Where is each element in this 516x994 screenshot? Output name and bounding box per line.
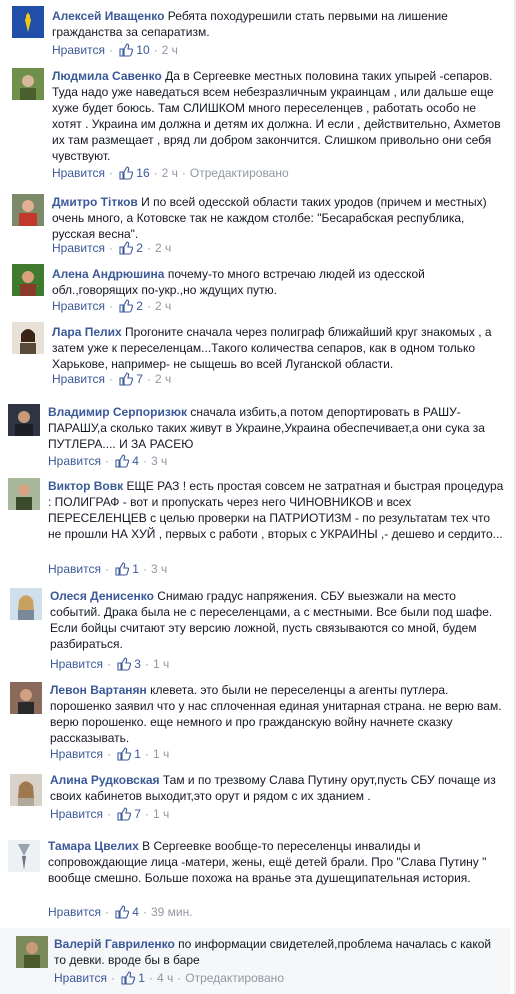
comment: Тамара Цвелих В Сергеевке вообще-то перес… [0, 834, 510, 924]
like-button[interactable]: Нравится [52, 166, 105, 180]
like-count[interactable]: 2 [136, 299, 143, 313]
like-button[interactable]: Нравится [48, 562, 101, 576]
like-button[interactable]: Нравится [52, 241, 105, 255]
like-button[interactable]: Нравится [52, 43, 105, 57]
comment-time[interactable]: 4 ч [157, 971, 173, 985]
avatar[interactable] [16, 936, 48, 968]
comment-time[interactable]: 2 ч [155, 299, 171, 313]
avatar[interactable] [10, 682, 42, 714]
like-count[interactable]: 1 [138, 971, 145, 985]
like-button[interactable]: Нравится [52, 299, 105, 313]
like-button[interactable]: Нравится [50, 657, 103, 671]
comment: Левон Вартанян клевета. это были не перес… [0, 676, 510, 766]
comment-author[interactable]: Алена Андрюшина [52, 267, 168, 281]
thumbs-up-icon [119, 166, 133, 180]
comment-author[interactable]: Дмитро Тітков [52, 195, 141, 209]
like-button[interactable]: Нравится [50, 747, 103, 761]
thumbs-up-icon [117, 747, 131, 761]
comment: Владимир Серпоризюк сначала избить,а пото… [0, 398, 510, 470]
thumbs-up-icon [115, 562, 129, 576]
avatar[interactable] [8, 478, 40, 510]
like-count[interactable]: 3 [134, 657, 141, 671]
thumbs-up-icon [115, 454, 129, 468]
comment-time[interactable]: 3 ч [151, 562, 167, 576]
like-count[interactable]: 7 [136, 372, 143, 386]
comment-time[interactable]: 2 ч [155, 372, 171, 386]
thumbs-up-icon [119, 299, 133, 313]
like-button[interactable]: Нравится [52, 372, 105, 386]
like-count[interactable]: 10 [136, 43, 149, 57]
edited-label[interactable]: Отредактировано [185, 971, 284, 985]
comment-author[interactable]: Людмила Савенко [52, 69, 165, 83]
like-button[interactable]: Нравится [48, 454, 101, 468]
separator-dot: · [108, 43, 113, 57]
avatar[interactable] [12, 194, 44, 226]
comment: Лара Пелих Прогоните сначала через полигр… [0, 318, 510, 394]
comment-time[interactable]: 1 ч [153, 747, 169, 761]
like-count[interactable]: 4 [132, 905, 139, 919]
comment-time[interactable]: 1 ч [153, 657, 169, 671]
comment-author[interactable]: Виктор Вовк [48, 479, 126, 493]
comment-time[interactable]: 2 ч [155, 241, 171, 255]
like-count[interactable]: 4 [132, 454, 139, 468]
thumbs-up-icon [119, 372, 133, 386]
comment-author[interactable]: Валерій Гавриленко [54, 937, 178, 951]
like-count[interactable]: 16 [136, 166, 149, 180]
like-button[interactable]: Нравится [48, 905, 101, 919]
avatar[interactable] [12, 264, 44, 296]
thumbs-up-icon [117, 657, 131, 671]
comment: Дмитро Тітков И по всей одесской области … [0, 188, 510, 262]
avatar[interactable] [10, 588, 42, 620]
comment-time[interactable]: 39 мин. [151, 905, 193, 919]
like-count[interactable]: 1 [134, 747, 141, 761]
like-count[interactable]: 2 [136, 241, 143, 255]
like-button[interactable]: Нравится [50, 807, 103, 821]
like-count[interactable]: 1 [132, 562, 139, 576]
thumbs-up-icon [119, 241, 133, 255]
thumbs-up-icon [121, 971, 135, 985]
thumbs-up-icon [117, 807, 131, 821]
avatar[interactable] [12, 322, 44, 354]
comment-text: Да в Сергеевке местных половина таких уп… [52, 69, 501, 163]
comment-time[interactable]: 1 ч [153, 807, 169, 821]
edited-label[interactable]: Отредактировано [190, 166, 289, 180]
comment: Олеся Денисенко Снимаю градус напряжения.… [0, 582, 510, 674]
comment-author[interactable]: Тамара Цвелих [48, 839, 142, 853]
comment: Алена Андрюшина почему-то много встречаю … [0, 262, 510, 318]
comment: Людмила Савенко Да в Сергеевке местных по… [0, 62, 510, 188]
comment-author[interactable]: Алексей Иващенко [52, 9, 168, 23]
comment-time[interactable]: 3 ч [151, 454, 167, 468]
comment: Алексей Иващенко Ребята походурешили стат… [0, 0, 510, 62]
comment: Алина Рудковская Там и по трезвому Слава … [0, 768, 510, 828]
avatar[interactable] [8, 840, 40, 872]
thumbs-up-icon [119, 43, 133, 57]
avatar[interactable] [8, 404, 40, 436]
comment-author[interactable]: Владимир Серпоризюк [48, 405, 190, 419]
comment-time[interactable]: 2 ч [162, 43, 178, 57]
comment-author[interactable]: Олеся Денисенко [50, 589, 157, 603]
thumbs-up-icon [115, 905, 129, 919]
comment: Валерій Гавриленко по информации свидетел… [0, 930, 510, 994]
comment-author[interactable]: Лара Пелих [52, 325, 125, 339]
like-count[interactable]: 7 [134, 807, 141, 821]
avatar[interactable] [12, 68, 44, 100]
comment-author[interactable]: Левон Вартанян [50, 683, 150, 697]
comment-time[interactable]: 2 ч [162, 166, 178, 180]
comment: Виктор Вовк ЕЩЕ РАЗ ! есть простая совсем… [0, 472, 510, 580]
avatar[interactable] [10, 774, 42, 806]
like-button[interactable]: Нравится [54, 971, 107, 985]
comment-author[interactable]: Алина Рудковская [50, 773, 163, 787]
avatar[interactable] [12, 6, 44, 38]
